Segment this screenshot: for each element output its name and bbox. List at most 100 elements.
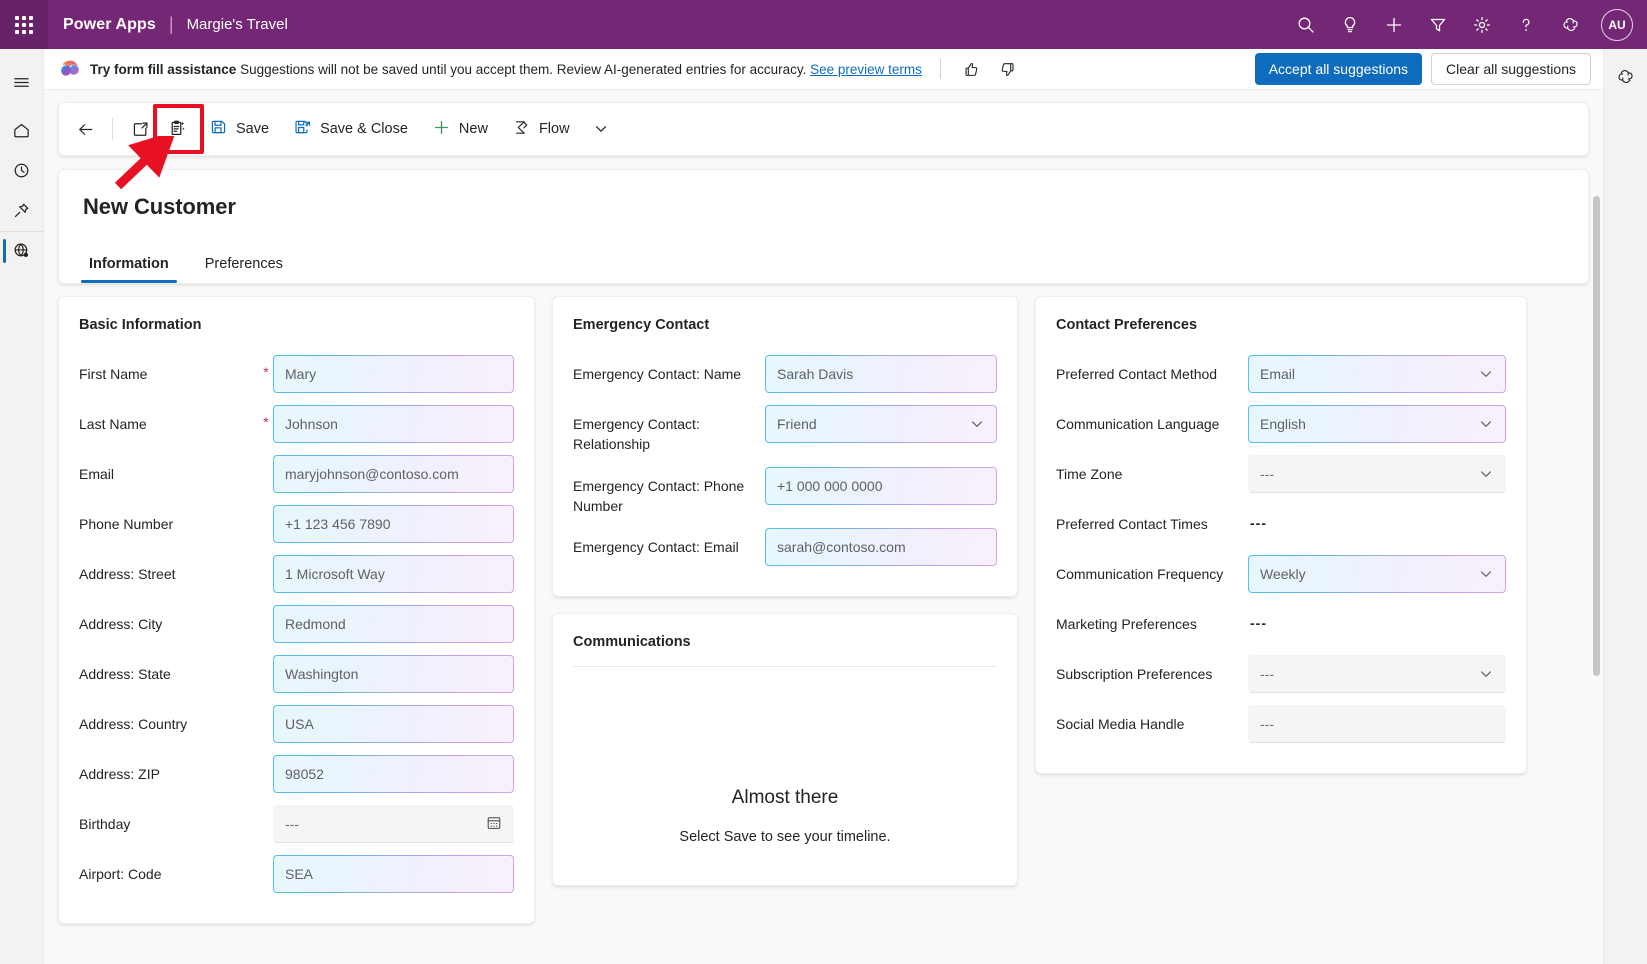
field-value: 1 Microsoft Way [285,566,502,582]
required-spacer [259,555,273,564]
help-icon[interactable] [1507,6,1545,44]
social-media-handle-input[interactable]: --- [1248,705,1506,743]
new-button[interactable]: New [421,111,499,147]
address-street-input[interactable]: 1 Microsoft Way [273,555,514,593]
communication-language-select[interactable]: English [1248,405,1506,443]
subscription-preferences-select[interactable]: --- [1248,655,1506,693]
required-spacer [259,855,273,864]
address-city-input[interactable]: Redmond [273,605,514,643]
required-spacer [259,705,273,714]
preferred-contact-method-select[interactable]: Email [1248,355,1506,393]
address-country-input[interactable]: USA [273,705,514,743]
field-first-name: First Name * Mary [79,355,514,393]
thumbs-up-icon[interactable] [959,56,985,82]
copilot-icon[interactable] [1551,6,1589,44]
field-label: Emergency Contact: Relationship [573,405,765,455]
form-fill-assist-icon[interactable] [160,111,196,147]
tab-information[interactable]: Information [81,248,177,283]
app-launcher-button[interactable] [0,0,48,49]
scrollbar-thumb[interactable] [1593,196,1600,676]
required-spacer [259,605,273,614]
copilot-icon[interactable] [1604,57,1647,95]
banner-text: Try form fill assistance Suggestions wil… [90,62,922,77]
save-button[interactable]: Save [198,111,280,147]
right-rail [1603,49,1647,964]
save-and-close-button[interactable]: Save & Close [282,111,419,147]
field-label: Time Zone [1056,455,1248,484]
flow-icon [512,118,531,141]
brand-separator: | [169,14,174,35]
form-fill-assistance-banner: Try form fill assistance Suggestions wil… [44,49,1603,90]
plus-icon[interactable] [1375,6,1413,44]
field-time-zone: Time Zone --- [1056,455,1506,493]
field-label: Communication Frequency [1056,555,1248,584]
birthday-input[interactable]: --- [273,805,514,843]
form-scroll-region: Save Save & Close [44,90,1603,964]
time-zone-select[interactable]: --- [1248,455,1506,493]
field-emergency-contact-name: Emergency Contact: Name Sarah Davis [573,355,997,393]
field-label: Marketing Preferences [1056,605,1248,634]
communication-frequency-select[interactable]: Weekly [1248,555,1506,593]
open-in-new-window-icon[interactable] [122,111,158,147]
field-value: Johnson [285,416,502,432]
timeline-empty-state: Almost there Select Save to see your tim… [573,667,997,885]
emergency-contact-name-input[interactable]: Sarah Davis [765,355,997,393]
first-name-input[interactable]: Mary [273,355,514,393]
address-state-input[interactable]: Washington [273,655,514,693]
thumbs-down-icon[interactable] [995,56,1021,82]
marketing-preferences-value[interactable]: --- [1248,605,1506,631]
phone-number-input[interactable]: +1 123 456 7890 [273,505,514,543]
communications-card: Communications Almost there Select Save … [552,613,1018,886]
chevron-down-icon[interactable] [583,111,619,147]
emergency-contact-email-input[interactable]: sarah@contoso.com [765,528,997,566]
flow-button[interactable]: Flow [501,111,581,147]
see-preview-terms-link[interactable]: See preview terms [810,62,922,77]
back-arrow-icon[interactable] [67,111,103,147]
column-basic-information: Basic Information First Name * Mary Last… [58,296,535,940]
emergency-contact-relationship-select[interactable]: Friend [765,405,997,443]
field-value: SEA [285,866,502,882]
required-spacer [259,505,273,514]
calendar-icon[interactable] [486,815,502,834]
new-label: New [459,121,488,137]
flow-label: Flow [539,121,570,137]
clear-all-suggestions-button[interactable]: Clear all suggestions [1431,53,1591,85]
menu-icon[interactable] [0,63,44,101]
section-title: Contact Preferences [1056,317,1506,333]
address-zip-input[interactable]: 98052 [273,755,514,793]
field-label: Emergency Contact: Name [573,355,765,384]
field-value: --- [1260,666,1478,682]
gear-icon[interactable] [1463,6,1501,44]
field-preferred-contact-method: Preferred Contact Method Email [1056,355,1506,393]
last-name-input[interactable]: Johnson [273,405,514,443]
column-contact-preferences: Contact Preferences Preferred Contact Me… [1035,296,1527,790]
airport-code-input[interactable]: SEA [273,855,514,893]
vertical-scrollbar[interactable] [1593,196,1600,964]
email-input[interactable]: maryjohnson@contoso.com [273,455,514,493]
top-navigation-bar: Power Apps | Margie's Travel [0,0,1647,49]
chevron-down-icon [1478,466,1494,482]
recent-icon[interactable] [0,151,44,189]
field-preferred-contact-times: Preferred Contact Times --- [1056,505,1506,543]
field-emergency-contact-phone: Emergency Contact: Phone Number +1 000 0… [573,467,997,517]
filter-icon[interactable] [1419,6,1457,44]
pinned-icon[interactable] [0,191,44,229]
lightbulb-icon[interactable] [1331,6,1369,44]
banner-description: Suggestions will not be saved until you … [236,62,810,77]
field-label: First Name [79,355,259,384]
form-header-card: New Customer Information Preferences [58,169,1589,284]
field-label: Social Media Handle [1056,705,1248,734]
home-icon[interactable] [0,111,44,149]
form-tabs: Information Preferences [59,220,1588,283]
field-communication-frequency: Communication Frequency Weekly [1056,555,1506,593]
search-icon[interactable] [1287,6,1325,44]
sidebar-item-customers[interactable] [0,231,44,269]
field-label: Address: City [79,605,259,634]
preferred-contact-times-value[interactable]: --- [1248,505,1506,531]
field-subscription-preferences: Subscription Preferences --- [1056,655,1506,693]
avatar[interactable]: AU [1601,9,1633,41]
banner-divider [940,59,941,79]
tab-preferences[interactable]: Preferences [197,248,291,283]
emergency-contact-phone-input[interactable]: +1 000 000 0000 [765,467,997,505]
accept-all-suggestions-button[interactable]: Accept all suggestions [1255,53,1422,85]
